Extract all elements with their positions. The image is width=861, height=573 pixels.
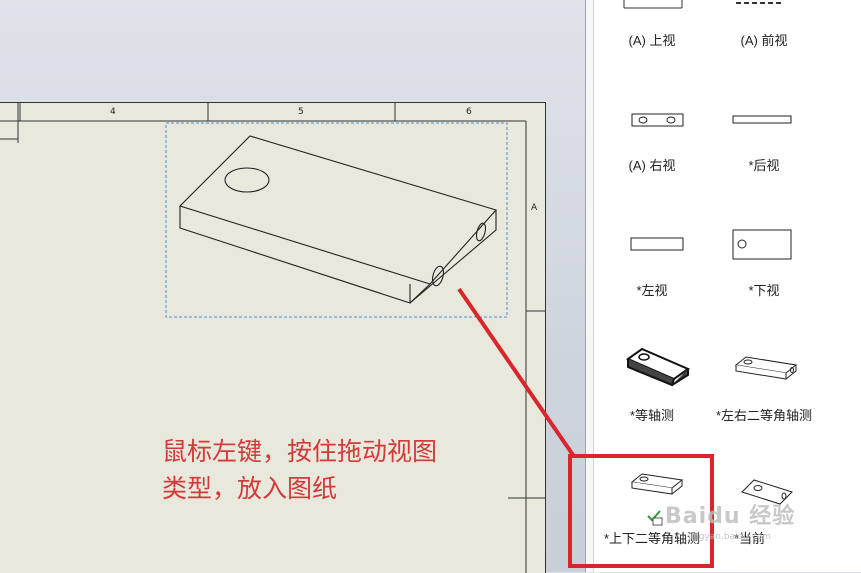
isometric-view-icon[interactable]	[624, 345, 694, 387]
view-item-front[interactable]: (A) 前视	[704, 31, 824, 50]
part-isometric-shape	[178, 135, 497, 304]
right-view-icon[interactable]	[631, 112, 685, 128]
bottom-view-icon[interactable]	[732, 228, 794, 262]
dimetric-lr-view-icon[interactable]	[732, 353, 802, 383]
view-item-left[interactable]: *左视	[592, 281, 712, 300]
view-item-top[interactable]: (A) 上视	[592, 31, 712, 50]
row-label: A	[531, 203, 538, 213]
annotation-line: 类型，放入图纸	[162, 474, 338, 503]
left-view-icon[interactable]	[630, 236, 686, 252]
column-label: 6	[466, 107, 472, 117]
annotation-line: 鼠标左键，按住拖动视图	[162, 437, 438, 466]
view-item-dimetric-lr[interactable]: *左右二等角轴测	[694, 406, 834, 425]
column-label: 4	[110, 107, 116, 117]
view-item-bottom[interactable]: *下视	[704, 281, 824, 300]
back-view-icon[interactable]	[732, 114, 794, 126]
watermark-logo: Baidu 经验	[665, 504, 796, 529]
view-item-right[interactable]: (A) 右视	[592, 156, 712, 175]
top-view-icon[interactable]	[622, 0, 684, 10]
drawing-canvas[interactable]: 4 5 6 A 鼠标左键，按住拖动视图 类型，放入图纸	[0, 0, 585, 573]
view-item-back[interactable]: *后视	[704, 156, 824, 175]
front-view-icon[interactable]	[734, 0, 784, 6]
watermark-url: jingyan.baidu.com	[688, 532, 772, 542]
annotation-text: 鼠标左键，按住拖动视图 类型，放入图纸	[162, 433, 522, 507]
column-label: 5	[298, 107, 304, 117]
